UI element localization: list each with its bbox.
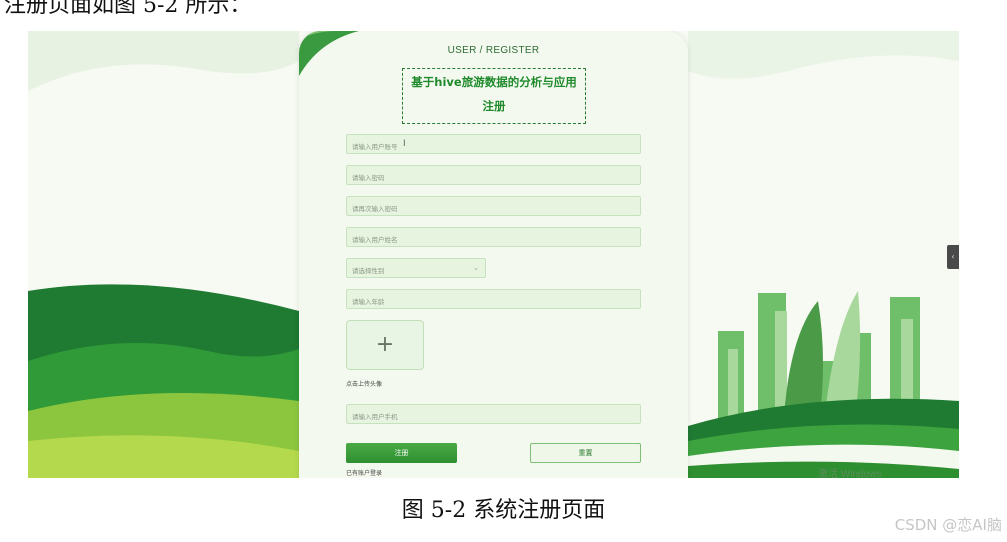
password-input[interactable]: 请输入密码 — [346, 165, 641, 185]
register-button[interactable]: 注册 — [346, 443, 457, 463]
age-placeholder: 请输入年龄 — [352, 298, 385, 306]
csdn-watermark: CSDN @恋AI脑 — [894, 516, 1002, 534]
screenshot-frame: USER / REGISTER 基于hive旅游数据的分析与应用 注册 请输入用… — [28, 31, 959, 478]
age-input[interactable]: 请输入年龄 — [346, 289, 641, 309]
windows-activation-watermark: 激活 Windows — [818, 469, 882, 478]
account-input[interactable]: 请输入用户账号 I — [346, 134, 641, 154]
plus-icon: + — [375, 332, 395, 357]
chevron-down-icon: ⌄ — [473, 264, 479, 272]
page-title: 基于hive旅游数据的分析与应用 注册 — [402, 68, 586, 124]
confirm-password-placeholder: 请再次输入密码 — [352, 205, 398, 213]
title-line-main: 基于hive旅游数据的分析与应用 — [411, 75, 577, 89]
account-placeholder: 请输入用户账号 — [352, 143, 398, 151]
reset-button[interactable]: 重置 — [530, 443, 641, 463]
password-placeholder: 请输入密码 — [352, 174, 385, 182]
gender-select[interactable]: 请选择性别 ⌄ — [346, 258, 486, 278]
text-cursor-icon: I — [403, 139, 406, 149]
confirm-password-input[interactable]: 请再次输入密码 — [346, 196, 641, 216]
figure-caption: 图 5-2 系统注册页面 — [401, 498, 606, 523]
top-caption: 注册页面如图 5-2 所示： — [4, 0, 252, 18]
gender-placeholder: 请选择性别 — [352, 267, 385, 275]
card-corner-decoration — [299, 31, 359, 76]
avatar-upload-label: 点击上传头像 — [346, 381, 383, 388]
side-collapse-tab[interactable]: ‹ — [947, 245, 959, 269]
avatar-upload-button[interactable]: + — [346, 320, 424, 370]
card-header: USER / REGISTER — [447, 45, 540, 56]
register-card: USER / REGISTER 基于hive旅游数据的分析与应用 注册 请输入用… — [299, 31, 688, 478]
phone-placeholder: 请输入用户手机 — [352, 413, 398, 421]
title-line-sub: 注册 — [482, 99, 506, 113]
name-input[interactable]: 请输入用户姓名 — [346, 227, 641, 247]
phone-input[interactable]: 请输入用户手机 — [346, 404, 641, 424]
login-link[interactable]: 已有账户登录 — [346, 468, 382, 477]
name-placeholder: 请输入用户姓名 — [352, 236, 398, 244]
